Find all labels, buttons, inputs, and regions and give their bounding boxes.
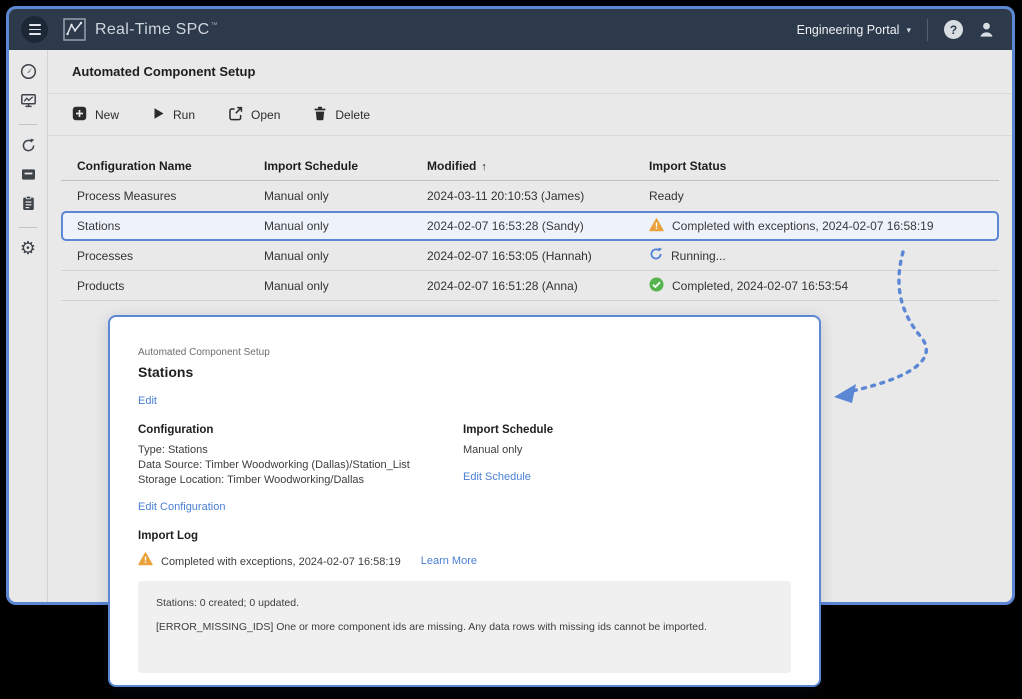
import-log-heading: Import Log <box>138 529 791 543</box>
page-title: Automated Component Setup <box>72 64 255 79</box>
configuration-section: Configuration Type: Stations Data Source… <box>138 423 463 515</box>
detail-title: Stations <box>138 363 791 381</box>
sidebar-divider <box>19 124 37 125</box>
running-refresh-icon <box>649 247 663 264</box>
log-line: Stations: 0 created; 0 updated. <box>156 597 773 610</box>
learn-more-link[interactable]: Learn More <box>421 555 477 568</box>
app-title: Real-Time SPC™ <box>95 21 218 39</box>
import-schedule-value: Manual only <box>463 443 553 458</box>
import-log-output: Stations: 0 created; 0 updated. [ERROR_M… <box>138 581 791 673</box>
sort-ascending-icon: ↑ <box>481 161 487 173</box>
table-row-stations[interactable]: Stations Manual only 2024-02-07 16:53:28… <box>61 211 999 241</box>
edit-schedule-link[interactable]: Edit Schedule <box>463 471 531 484</box>
col-import-schedule[interactable]: Import Schedule <box>264 159 427 173</box>
warning-icon <box>649 218 664 235</box>
col-import-status[interactable]: Import Status <box>649 159 983 173</box>
table-row-products[interactable]: Products Manual only 2024-02-07 16:51:28… <box>61 271 999 301</box>
detail-panel: Automated Component Setup Stations Edit … <box>108 315 821 687</box>
edit-link[interactable]: Edit <box>138 395 157 408</box>
configuration-heading: Configuration <box>138 423 463 437</box>
success-check-icon <box>649 277 664 295</box>
archive-box-icon[interactable] <box>20 166 37 183</box>
screen: Real-Time SPC™ Engineering Portal ▾ ? <box>0 0 1022 699</box>
portal-selector[interactable]: Engineering Portal ▾ <box>797 23 911 37</box>
navbar-divider <box>927 19 928 41</box>
edit-configuration-link[interactable]: Edit Configuration <box>138 501 225 514</box>
portal-label: Engineering Portal <box>797 23 900 37</box>
import-schedule-section: Import Schedule Manual only Edit Schedul… <box>463 423 553 515</box>
sidebar: ⚙ <box>9 50 48 602</box>
top-navbar: Real-Time SPC™ Engineering Portal ▾ ? <box>9 9 1012 50</box>
page-header: Automated Component Setup <box>48 50 1012 94</box>
toolbar: New Run <box>48 94 1012 136</box>
trash-icon <box>313 106 327 124</box>
settings-gear-icon[interactable]: ⚙ <box>20 240 36 257</box>
table-row-processes[interactable]: Processes Manual only 2024-02-07 16:53:0… <box>61 241 999 271</box>
detail-section-label: Automated Component Setup <box>138 347 791 359</box>
dashboard-gauge-icon[interactable] <box>20 63 37 80</box>
col-configuration-name[interactable]: Configuration Name <box>77 159 264 173</box>
import-log-section: Import Log Completed with exceptions, 20… <box>138 529 791 673</box>
chevron-down-icon: ▾ <box>906 24 911 36</box>
menu-icon[interactable] <box>21 16 48 43</box>
app-logo-icon <box>63 18 86 41</box>
delete-button[interactable]: Delete <box>313 106 370 124</box>
col-modified[interactable]: Modified↑ <box>427 159 649 173</box>
plus-icon <box>72 106 87 124</box>
new-button[interactable]: New <box>72 106 119 124</box>
warning-icon <box>138 552 153 571</box>
sidebar-divider <box>19 227 37 228</box>
import-schedule-heading: Import Schedule <box>463 423 553 437</box>
configuration-storage-location: Storage Location: Timber Woodworking/Dal… <box>138 473 463 488</box>
import-log-status-text: Completed with exceptions, 2024-02-07 16… <box>161 556 401 568</box>
log-line: [ERROR_MISSING_IDS] One or more componen… <box>156 621 773 634</box>
open-external-icon <box>228 106 243 124</box>
configurations-table: Configuration Name Import Schedule Modif… <box>48 151 1012 301</box>
trademark: ™ <box>210 22 217 29</box>
clipboard-icon[interactable] <box>20 195 37 212</box>
sync-icon[interactable] <box>20 137 37 154</box>
run-button[interactable]: Run <box>152 107 195 123</box>
configuration-data-source: Data Source: Timber Woodworking (Dallas)… <box>138 458 463 473</box>
play-icon <box>152 107 165 123</box>
help-icon[interactable]: ? <box>944 20 963 39</box>
configuration-type: Type: Stations <box>138 443 463 458</box>
user-icon[interactable] <box>977 20 996 39</box>
chart-monitor-icon[interactable] <box>20 92 37 109</box>
table-header: Configuration Name Import Schedule Modif… <box>61 151 999 181</box>
open-button[interactable]: Open <box>228 106 280 124</box>
table-row-process-measures[interactable]: Process Measures Manual only 2024-03-11 … <box>61 181 999 211</box>
